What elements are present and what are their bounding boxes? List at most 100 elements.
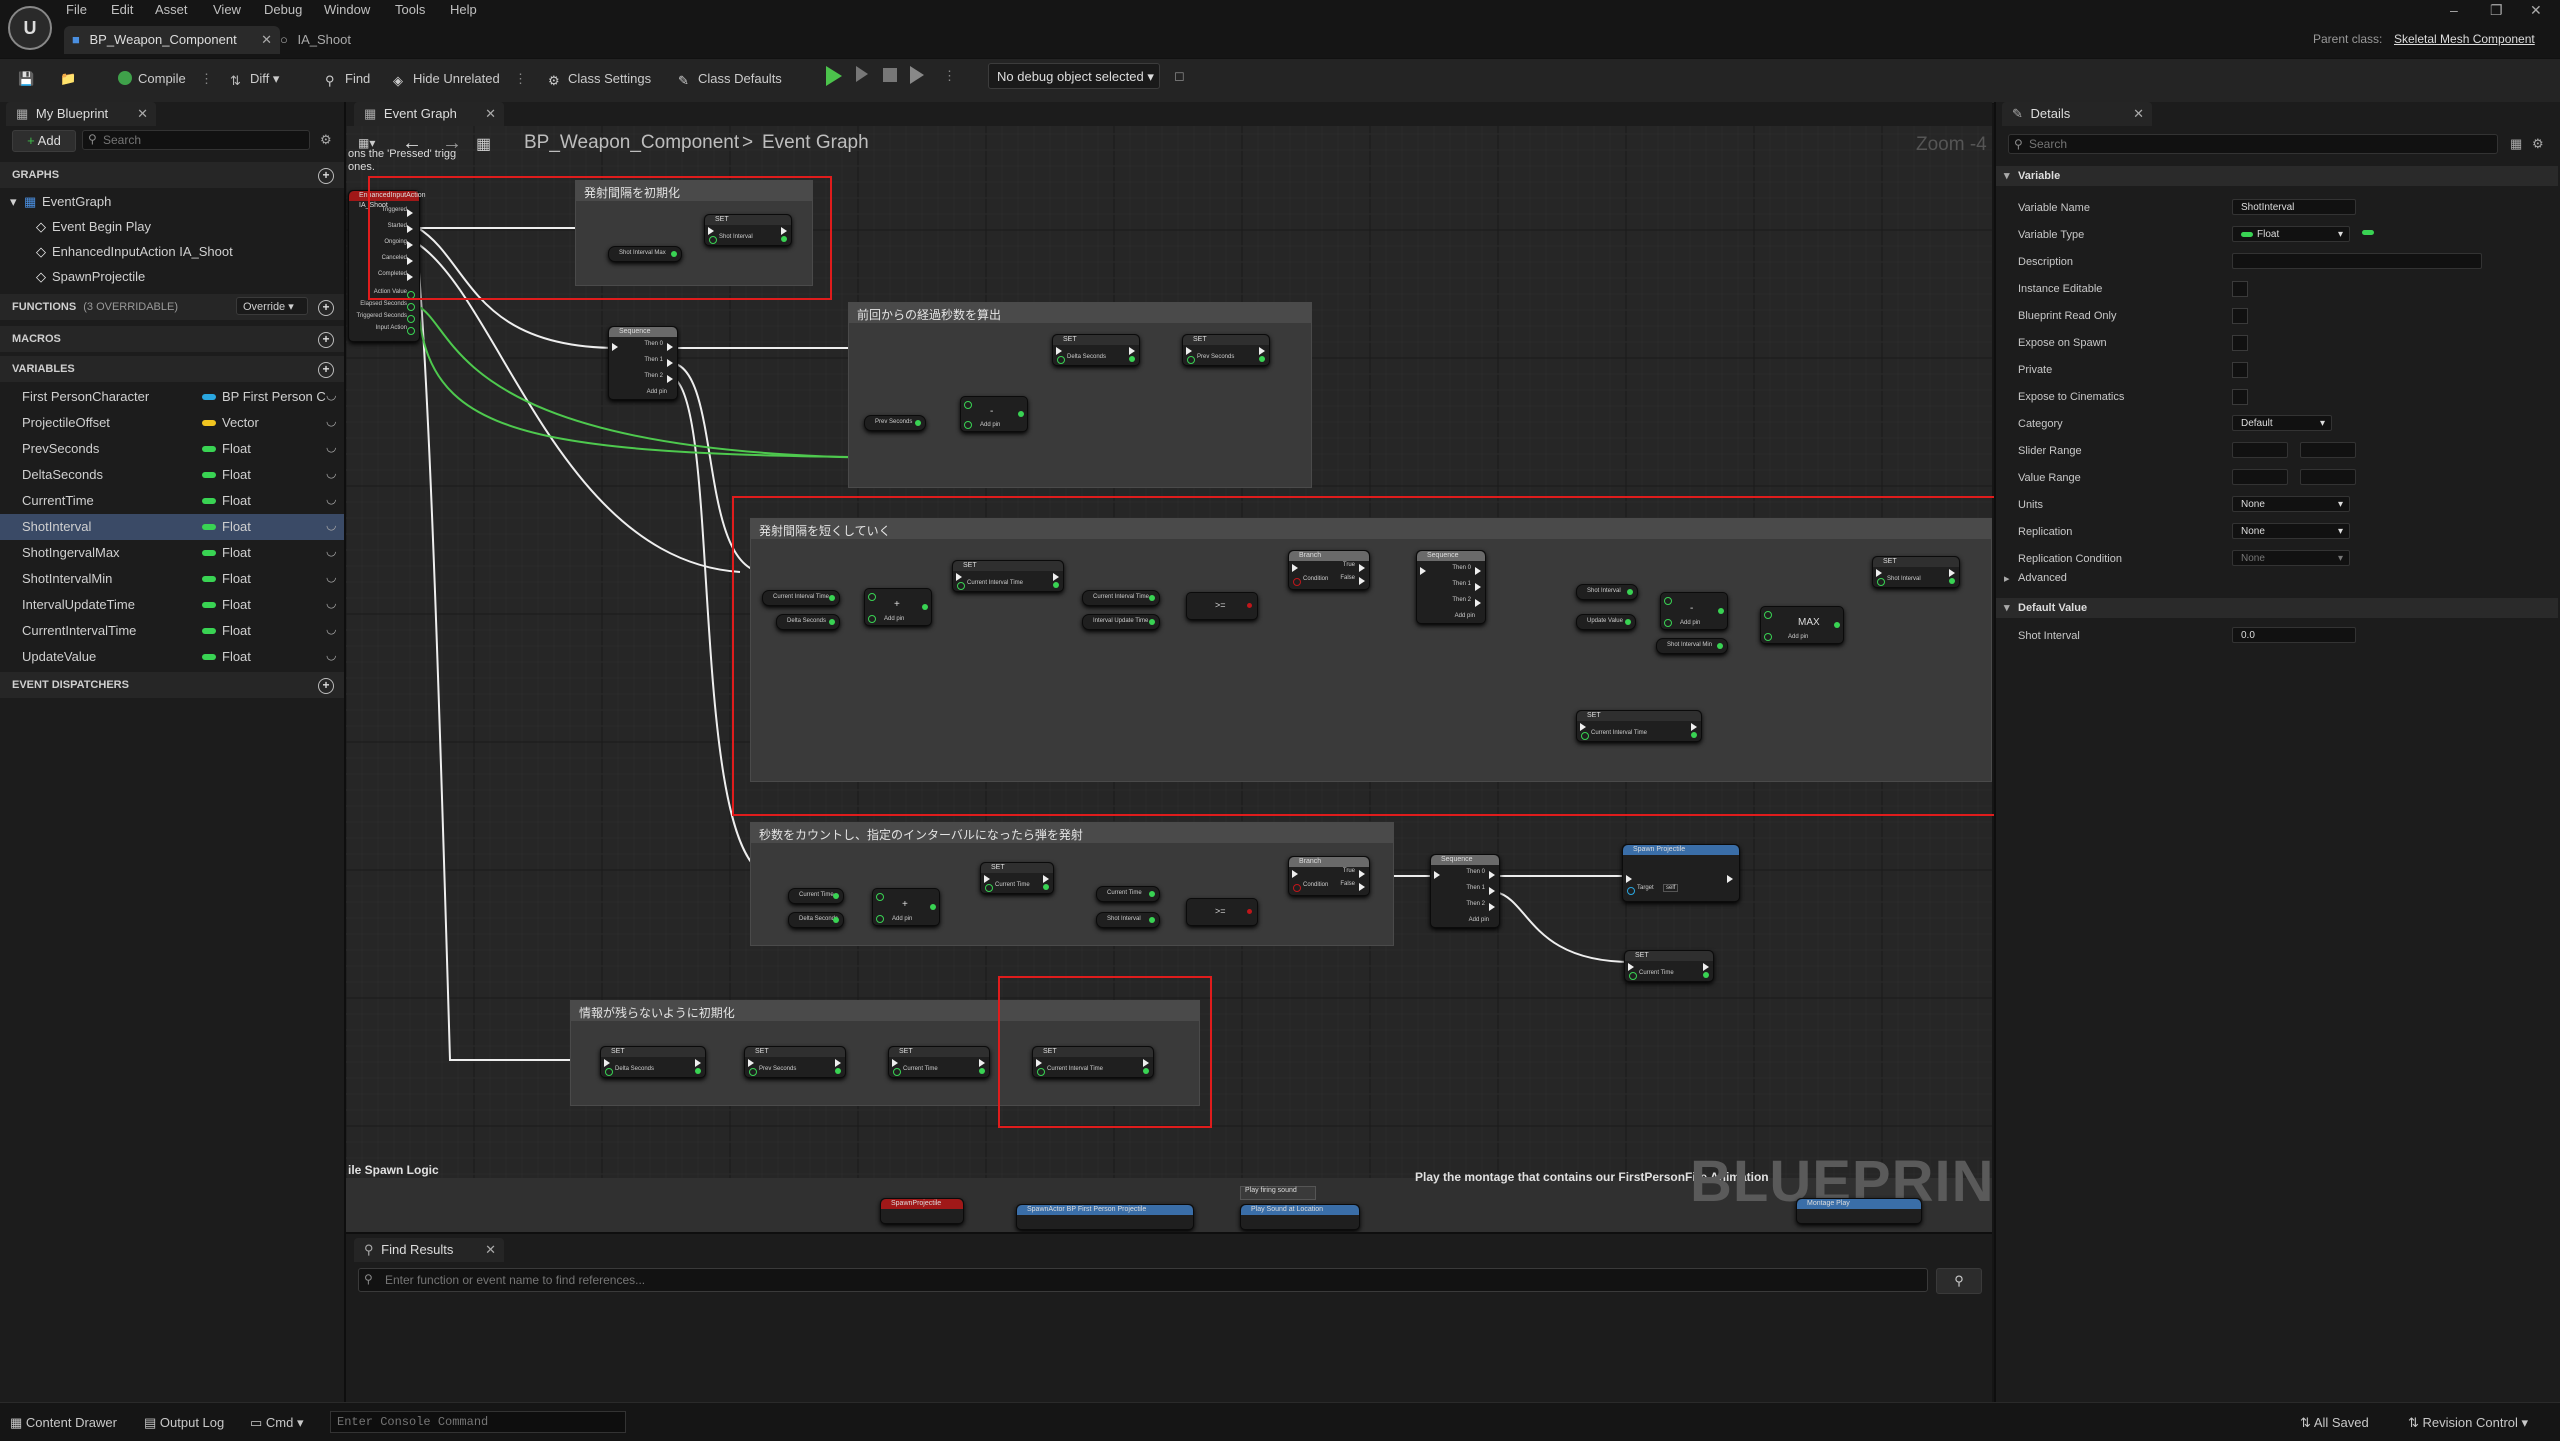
- description-field[interactable]: [2232, 253, 2482, 269]
- slider-range-max-field[interactable]: [2300, 442, 2356, 458]
- shot-interval-default-field[interactable]: 0.0: [2232, 627, 2356, 643]
- graphs-section-header[interactable]: GRAPHS +: [0, 162, 344, 188]
- cmd-dropdown[interactable]: ▭ Cmd ▾: [250, 1415, 304, 1431]
- close-icon[interactable]: ✕: [2133, 102, 2144, 126]
- instance-editable-checkbox[interactable]: [2232, 281, 2248, 297]
- functions-section-header[interactable]: FUNCTIONS (3 OVERRIDABLE) Override ▾ +: [0, 294, 344, 320]
- visibility-eye-icon[interactable]: ◡: [326, 518, 336, 532]
- collapse-icon[interactable]: ▾: [2004, 166, 2010, 186]
- value-range-max-field[interactable]: [2300, 469, 2356, 485]
- diff-button[interactable]: ⇅ Diff ▾: [230, 71, 279, 88]
- hide-unrelated-options-icon[interactable]: ⋮: [514, 71, 527, 87]
- step-icon[interactable]: [910, 66, 924, 84]
- tab-ia-shoot[interactable]: ○ IA_Shoot: [272, 26, 438, 54]
- menu-window[interactable]: Window: [324, 2, 370, 17]
- find-button[interactable]: ⚲ Find: [325, 71, 370, 88]
- menu-tools[interactable]: Tools: [395, 2, 425, 17]
- visibility-eye-icon[interactable]: ◡: [326, 388, 336, 402]
- variable-row[interactable]: First PersonCharacter BP First Person C ◡: [0, 384, 344, 410]
- find-references-input[interactable]: [358, 1268, 1928, 1292]
- visibility-eye-icon[interactable]: ◡: [326, 622, 336, 636]
- variable-row[interactable]: CurrentTime Float ◡: [0, 488, 344, 514]
- save-icon[interactable]: 💾: [18, 71, 34, 87]
- menu-debug[interactable]: Debug: [264, 2, 302, 17]
- variables-section-header[interactable]: VARIABLES +: [0, 356, 344, 382]
- visibility-eye-icon[interactable]: ◡: [326, 440, 336, 454]
- all-saved-button[interactable]: ⇅ All Saved: [2300, 1415, 2369, 1431]
- advanced-section[interactable]: ▸ Advanced: [1996, 572, 2556, 590]
- settings-gear-icon[interactable]: ⚙: [2532, 136, 2544, 152]
- visibility-eye-icon[interactable]: ◡: [326, 466, 336, 480]
- details-search-input[interactable]: [2008, 134, 2498, 154]
- event-dispatchers-section-header[interactable]: EVENT DISPATCHERS +: [0, 672, 344, 698]
- minimize-icon[interactable]: –: [2450, 2, 2458, 18]
- breadcrumb-leaf[interactable]: Event Graph: [762, 132, 869, 154]
- menu-help[interactable]: Help: [450, 2, 477, 17]
- breadcrumb-root[interactable]: BP_Weapon_Component: [524, 132, 739, 154]
- content-drawer-button[interactable]: ▦ Content Drawer: [10, 1415, 117, 1431]
- variable-row[interactable]: UpdateValue Float ◡: [0, 644, 344, 670]
- add-variable-icon[interactable]: +: [318, 362, 334, 378]
- debug-object-select[interactable]: No debug object selected ▾: [988, 63, 1160, 89]
- back-arrow-icon[interactable]: ←: [402, 132, 422, 155]
- add-dispatcher-icon[interactable]: +: [318, 678, 334, 694]
- blueprint-read-only-checkbox[interactable]: [2232, 308, 2248, 324]
- graph-item-spawnprojectile[interactable]: SpawnProjectile: [52, 269, 145, 284]
- variable-row[interactable]: ShotIntervalMin Float ◡: [0, 566, 344, 592]
- output-log-button[interactable]: ▤ Output Log: [144, 1415, 224, 1431]
- expose-on-spawn-checkbox[interactable]: [2232, 335, 2248, 351]
- variable-row[interactable]: ProjectileOffset Vector ◡: [0, 410, 344, 436]
- add-function-icon[interactable]: +: [318, 300, 334, 316]
- macros-section-header[interactable]: MACROS +: [0, 326, 344, 352]
- menu-edit[interactable]: Edit: [111, 2, 133, 17]
- visibility-eye-icon[interactable]: ◡: [326, 544, 336, 558]
- close-icon[interactable]: ✕: [485, 102, 496, 126]
- menu-view[interactable]: View: [213, 2, 241, 17]
- tab-find-results[interactable]: ⚲ Find Results ✕: [354, 1238, 504, 1262]
- tree-expand-icon[interactable]: ▾: [10, 194, 17, 210]
- variable-type-dropdown[interactable]: Float ▾: [2232, 226, 2350, 242]
- variable-name-field[interactable]: ShotInterval: [2232, 199, 2356, 215]
- tab-event-graph[interactable]: ▦ Event Graph ✕: [354, 102, 504, 126]
- add-graph-icon[interactable]: +: [318, 168, 334, 184]
- slider-range-min-field[interactable]: [2232, 442, 2288, 458]
- close-icon[interactable]: ✕: [261, 26, 272, 54]
- stop-icon[interactable]: [883, 68, 897, 82]
- event-graph-canvas[interactable]: [346, 102, 1992, 1232]
- debug-browse-icon[interactable]: ◻: [1174, 68, 1185, 84]
- replication-condition-dropdown[interactable]: None ▾: [2232, 550, 2350, 566]
- menu-file[interactable]: File: [66, 2, 87, 17]
- replication-dropdown[interactable]: None ▾: [2232, 523, 2350, 539]
- tab-my-blueprint[interactable]: ▦ My Blueprint ✕: [6, 102, 156, 126]
- add-macro-icon[interactable]: +: [318, 332, 334, 348]
- blueprint-search-input[interactable]: [82, 130, 310, 150]
- units-dropdown[interactable]: None ▾: [2232, 496, 2350, 512]
- category-dropdown[interactable]: Default ▾: [2232, 415, 2332, 431]
- variable-row[interactable]: IntervalUpdateTime Float ◡: [0, 592, 344, 618]
- private-checkbox[interactable]: [2232, 362, 2248, 378]
- settings-gear-icon[interactable]: ⚙: [320, 132, 332, 148]
- compile-options-icon[interactable]: ⋮: [200, 71, 213, 87]
- value-range-min-field[interactable]: [2232, 469, 2288, 485]
- container-type-icon[interactable]: [2362, 230, 2374, 235]
- expand-icon[interactable]: ▸: [2004, 572, 2010, 585]
- graph-item-eventgraph[interactable]: EventGraph: [42, 194, 111, 209]
- revision-control-button[interactable]: ⇅ Revision Control ▾: [2408, 1415, 2528, 1431]
- graph-item-ia-shoot[interactable]: EnhancedInputAction IA_Shoot: [52, 244, 233, 259]
- variable-row[interactable]: ShotIngervalMax Float ◡: [0, 540, 344, 566]
- visibility-eye-icon[interactable]: ◡: [326, 596, 336, 610]
- close-icon[interactable]: ✕: [485, 1238, 496, 1262]
- default-value-section-header[interactable]: ▾ Default Value: [1996, 598, 2558, 618]
- restore-icon[interactable]: ❐: [2490, 2, 2503, 19]
- parent-class-link[interactable]: Skeletal Mesh Component: [2394, 32, 2535, 46]
- variable-row[interactable]: CurrentIntervalTime Float ◡: [0, 618, 344, 644]
- browse-icon[interactable]: 📁: [60, 71, 76, 87]
- compile-button[interactable]: Compile: [118, 71, 186, 86]
- visibility-eye-icon[interactable]: ◡: [326, 492, 336, 506]
- variable-row[interactable]: ShotInterval Float ◡: [0, 514, 344, 540]
- add-button[interactable]: + Add: [12, 130, 76, 152]
- class-settings-button[interactable]: ⚙ Class Settings: [548, 71, 651, 88]
- unreal-logo-icon[interactable]: U: [8, 6, 52, 50]
- tab-bp-weapon-component[interactable]: ■ BP_Weapon_Component ✕: [64, 26, 280, 54]
- play-icon[interactable]: [826, 66, 842, 86]
